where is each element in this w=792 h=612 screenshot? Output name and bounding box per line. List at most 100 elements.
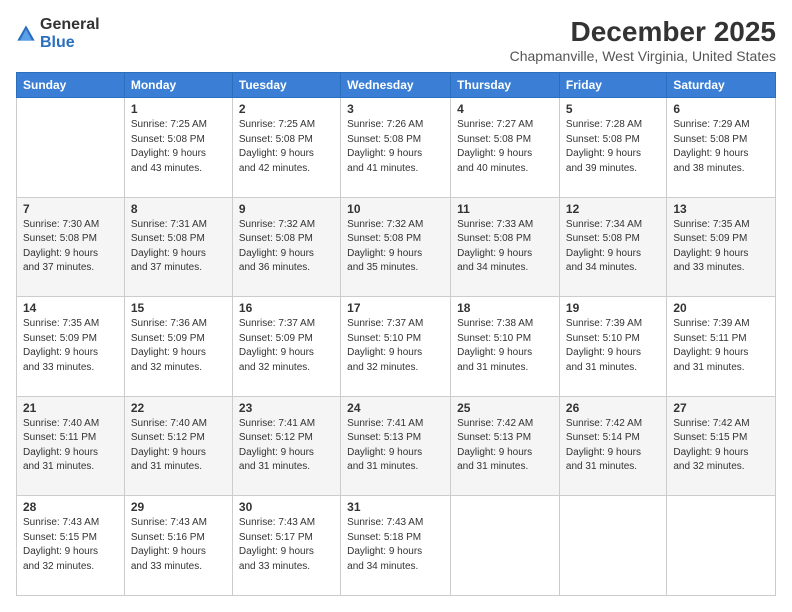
day-info: Sunrise: 7:34 AM Sunset: 5:08 PM Dayligh… [566,218,660,276]
calendar-cell: 5 Sunrise: 7:28 AM Sunset: 5:08 PM Daylig… [559,98,666,198]
calendar-cell: 9 Sunrise: 7:32 AM Sunset: 5:08 PM Daylig… [232,197,340,297]
logo-blue: Blue [40,34,100,52]
day-info: Sunrise: 7:37 AM Sunset: 5:10 PM Dayligh… [347,317,444,375]
day-number: 29 [131,500,226,514]
day-info: Sunrise: 7:42 AM Sunset: 5:13 PM Dayligh… [457,417,553,475]
logo-icon [16,24,36,44]
calendar-cell [667,496,776,596]
day-number: 30 [239,500,334,514]
calendar: SundayMondayTuesdayWednesdayThursdayFrid… [16,72,776,596]
day-number: 14 [23,301,118,315]
month-title: December 2025 [510,16,776,48]
day-info: Sunrise: 7:38 AM Sunset: 5:10 PM Dayligh… [457,317,553,375]
calendar-cell: 11Sunrise: 7:33 AM Sunset: 5:08 PM Dayli… [451,197,560,297]
logo-text: General Blue [40,16,100,51]
day-number: 27 [673,401,769,415]
calendar-cell: 25 Sunrise: 7:42 AM Sunset: 5:13 PM Dayli… [451,396,560,496]
weekday-header: Friday [559,73,666,98]
calendar-cell: 15Sunrise: 7:36 AM Sunset: 5:09 PM Dayli… [124,297,232,397]
calendar-week: 7Sunrise: 7:30 AM Sunset: 5:08 PM Daylig… [17,197,776,297]
weekday-header: Tuesday [232,73,340,98]
calendar-cell [559,496,666,596]
day-number: 26 [566,401,660,415]
day-info: Sunrise: 7:41 AM Sunset: 5:13 PM Dayligh… [347,417,444,475]
day-number: 1 [131,102,226,116]
day-info: Sunrise: 7:43 AM Sunset: 5:16 PM Dayligh… [131,516,226,574]
calendar-cell: 7Sunrise: 7:30 AM Sunset: 5:08 PM Daylig… [17,197,125,297]
day-number: 8 [131,202,226,216]
calendar-cell: 23 Sunrise: 7:41 AM Sunset: 5:12 PM Dayli… [232,396,340,496]
day-info: Sunrise: 7:37 AM Sunset: 5:09 PM Dayligh… [239,317,334,375]
day-number: 6 [673,102,769,116]
calendar-cell: 16Sunrise: 7:37 AM Sunset: 5:09 PM Dayli… [232,297,340,397]
calendar-cell: 4 Sunrise: 7:27 AM Sunset: 5:08 PM Daylig… [451,98,560,198]
day-number: 28 [23,500,118,514]
day-number: 2 [239,102,334,116]
page: General Blue December 2025 Chapmanville,… [0,0,792,612]
title-area: December 2025 Chapmanville, West Virgini… [510,16,776,64]
logo: General Blue [16,16,100,51]
day-info: Sunrise: 7:29 AM Sunset: 5:08 PM Dayligh… [673,118,769,176]
weekday-header: Sunday [17,73,125,98]
day-number: 10 [347,202,444,216]
day-info: Sunrise: 7:35 AM Sunset: 5:09 PM Dayligh… [23,317,118,375]
day-info: Sunrise: 7:40 AM Sunset: 5:11 PM Dayligh… [23,417,118,475]
day-info: Sunrise: 7:43 AM Sunset: 5:18 PM Dayligh… [347,516,444,574]
calendar-cell: 2 Sunrise: 7:25 AM Sunset: 5:08 PM Daylig… [232,98,340,198]
day-info: Sunrise: 7:25 AM Sunset: 5:08 PM Dayligh… [131,118,226,176]
header: General Blue December 2025 Chapmanville,… [16,16,776,64]
day-number: 24 [347,401,444,415]
day-info: Sunrise: 7:31 AM Sunset: 5:08 PM Dayligh… [131,218,226,276]
calendar-cell: 29 Sunrise: 7:43 AM Sunset: 5:16 PM Dayli… [124,496,232,596]
day-number: 19 [566,301,660,315]
day-info: Sunrise: 7:40 AM Sunset: 5:12 PM Dayligh… [131,417,226,475]
day-number: 22 [131,401,226,415]
calendar-cell: 12 Sunrise: 7:34 AM Sunset: 5:08 PM Dayli… [559,197,666,297]
day-info: Sunrise: 7:27 AM Sunset: 5:08 PM Dayligh… [457,118,553,176]
day-info: Sunrise: 7:25 AM Sunset: 5:08 PM Dayligh… [239,118,334,176]
day-number: 21 [23,401,118,415]
day-number: 31 [347,500,444,514]
calendar-cell: 19Sunrise: 7:39 AM Sunset: 5:10 PM Dayli… [559,297,666,397]
calendar-cell: 6 Sunrise: 7:29 AM Sunset: 5:08 PM Daylig… [667,98,776,198]
day-info: Sunrise: 7:42 AM Sunset: 5:15 PM Dayligh… [673,417,769,475]
day-number: 23 [239,401,334,415]
calendar-cell: 3 Sunrise: 7:26 AM Sunset: 5:08 PM Daylig… [341,98,451,198]
calendar-cell: 27 Sunrise: 7:42 AM Sunset: 5:15 PM Dayli… [667,396,776,496]
calendar-cell: 22 Sunrise: 7:40 AM Sunset: 5:12 PM Dayli… [124,396,232,496]
calendar-cell: 28 Sunrise: 7:43 AM Sunset: 5:15 PM Dayli… [17,496,125,596]
weekday-header: Thursday [451,73,560,98]
day-info: Sunrise: 7:43 AM Sunset: 5:15 PM Dayligh… [23,516,118,574]
day-number: 3 [347,102,444,116]
calendar-cell: 21 Sunrise: 7:40 AM Sunset: 5:11 PM Dayli… [17,396,125,496]
day-number: 4 [457,102,553,116]
logo-general: General [40,16,100,34]
calendar-cell: 10 Sunrise: 7:32 AM Sunset: 5:08 PM Dayli… [341,197,451,297]
weekday-row: SundayMondayTuesdayWednesdayThursdayFrid… [17,73,776,98]
day-number: 20 [673,301,769,315]
day-info: Sunrise: 7:41 AM Sunset: 5:12 PM Dayligh… [239,417,334,475]
calendar-cell [17,98,125,198]
day-info: Sunrise: 7:39 AM Sunset: 5:11 PM Dayligh… [673,317,769,375]
day-info: Sunrise: 7:33 AM Sunset: 5:08 PM Dayligh… [457,218,553,276]
calendar-cell: 20 Sunrise: 7:39 AM Sunset: 5:11 PM Dayli… [667,297,776,397]
day-info: Sunrise: 7:30 AM Sunset: 5:08 PM Dayligh… [23,218,118,276]
day-number: 5 [566,102,660,116]
calendar-week: 14 Sunrise: 7:35 AM Sunset: 5:09 PM Dayli… [17,297,776,397]
day-number: 15 [131,301,226,315]
day-number: 25 [457,401,553,415]
day-number: 17 [347,301,444,315]
day-number: 12 [566,202,660,216]
day-number: 9 [239,202,334,216]
day-info: Sunrise: 7:26 AM Sunset: 5:08 PM Dayligh… [347,118,444,176]
calendar-cell: 18Sunrise: 7:38 AM Sunset: 5:10 PM Dayli… [451,297,560,397]
calendar-cell: 30 Sunrise: 7:43 AM Sunset: 5:17 PM Dayli… [232,496,340,596]
calendar-cell: 24 Sunrise: 7:41 AM Sunset: 5:13 PM Dayli… [341,396,451,496]
day-info: Sunrise: 7:32 AM Sunset: 5:08 PM Dayligh… [347,218,444,276]
calendar-header: SundayMondayTuesdayWednesdayThursdayFrid… [17,73,776,98]
calendar-cell: 31 Sunrise: 7:43 AM Sunset: 5:18 PM Dayli… [341,496,451,596]
calendar-cell: 14 Sunrise: 7:35 AM Sunset: 5:09 PM Dayli… [17,297,125,397]
day-info: Sunrise: 7:32 AM Sunset: 5:08 PM Dayligh… [239,218,334,276]
day-info: Sunrise: 7:28 AM Sunset: 5:08 PM Dayligh… [566,118,660,176]
day-info: Sunrise: 7:43 AM Sunset: 5:17 PM Dayligh… [239,516,334,574]
